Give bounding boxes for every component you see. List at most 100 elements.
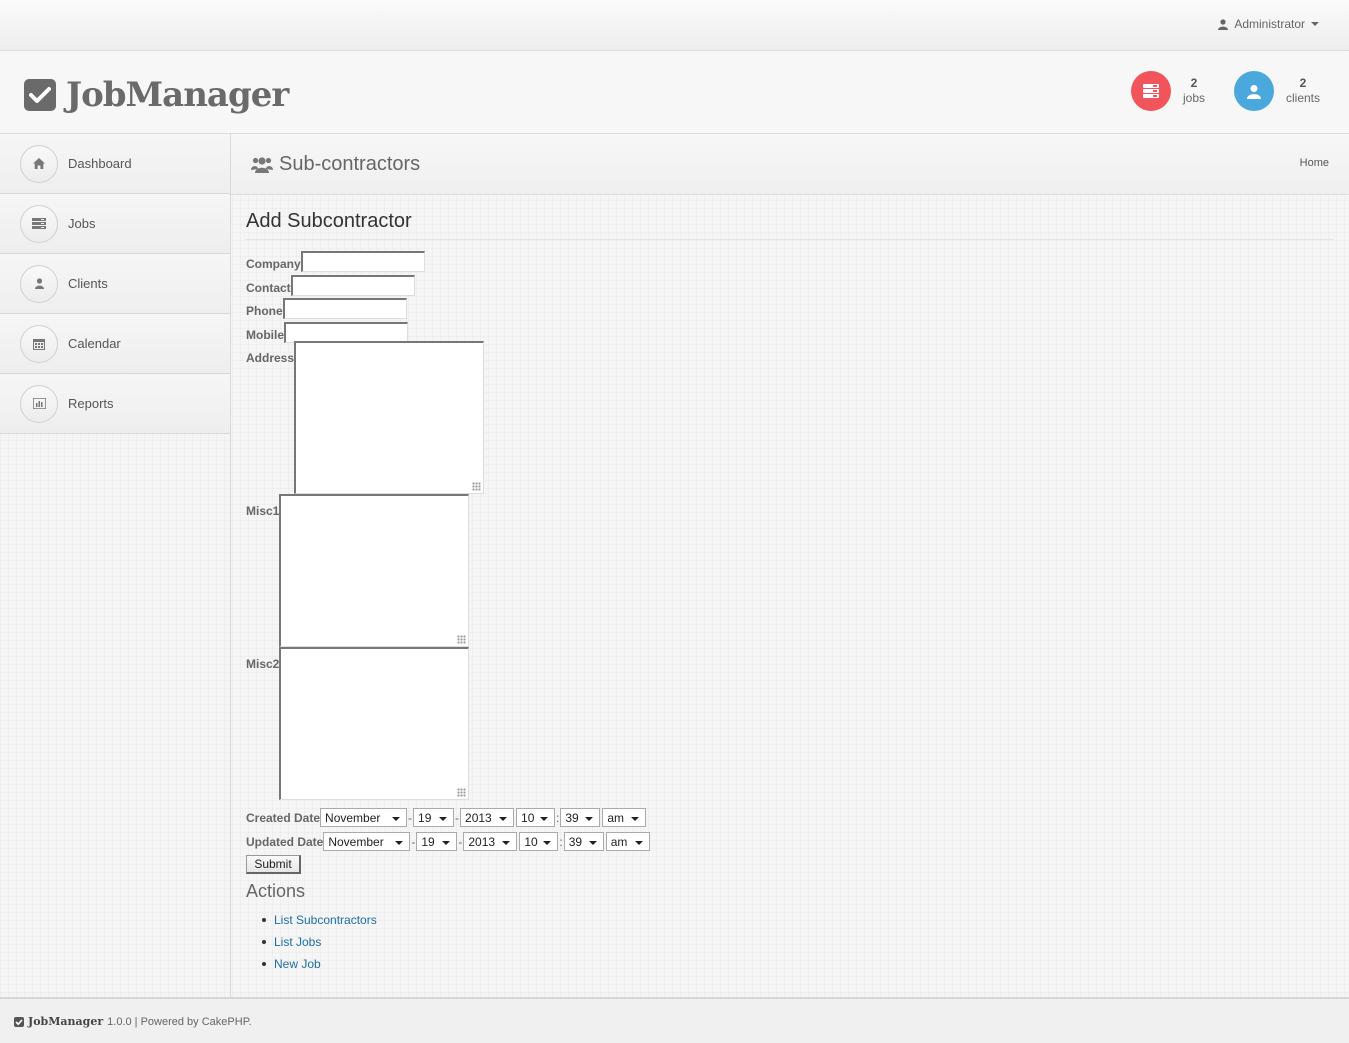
created-day-value: 19 — [418, 810, 432, 825]
updated-day-select[interactable]: 19 — [416, 832, 458, 851]
updated-minute-value: 39 — [568, 834, 583, 849]
logo-text: JobManager — [66, 75, 289, 115]
created-minute-value: 39 — [565, 810, 579, 825]
created-hour-select[interactable]: 10 — [516, 808, 556, 827]
misc1-textarea[interactable] — [279, 494, 470, 647]
page-title: Sub-contractors — [251, 153, 420, 176]
resize-grip-icon[interactable] — [472, 482, 482, 491]
resize-grip-icon[interactable] — [457, 788, 467, 797]
actions-list: List Subcontractors List Jobs New Job — [274, 909, 377, 975]
jobs-label: jobs — [1183, 91, 1206, 105]
sidebar-item-reports[interactable]: Reports — [0, 374, 230, 434]
chevron-down-icon — [442, 841, 451, 845]
misc2-row: Misc2 — [246, 647, 470, 800]
chevron-down-icon — [631, 817, 640, 821]
sidebar-item-calendar[interactable]: Calendar — [0, 314, 230, 374]
jobs-stat[interactable]: 2 jobs — [1131, 71, 1205, 111]
created-year-select[interactable]: 2013 — [460, 808, 515, 827]
mobile-input[interactable] — [284, 322, 408, 343]
mobile-label: Mobile — [246, 328, 284, 342]
chevron-down-icon — [1311, 22, 1319, 26]
user-menu[interactable]: Administrator — [1218, 17, 1319, 31]
user-name: Administrator — [1234, 17, 1305, 31]
chevron-down-icon — [588, 841, 597, 845]
resize-grip-icon[interactable] — [457, 635, 467, 644]
updated-hour-value: 10 — [524, 834, 538, 849]
content-header: Sub-contractors Home — [231, 134, 1349, 195]
phone-label: Phone — [246, 304, 283, 318]
sidebar-item-dashboard[interactable]: Dashboard — [0, 134, 230, 194]
list-jobs-link[interactable]: List Jobs — [274, 935, 321, 949]
list-item: List Jobs — [274, 931, 377, 953]
misc2-textarea[interactable] — [279, 647, 470, 800]
updated-meridian-select[interactable]: am — [605, 832, 650, 851]
created-month-select[interactable]: November — [320, 808, 408, 827]
jobs-icon — [20, 204, 58, 243]
clients-label: clients — [1286, 91, 1321, 105]
contact-row: Contact — [246, 275, 415, 296]
clients-stat[interactable]: 2 clients — [1234, 71, 1320, 111]
company-input[interactable] — [300, 251, 425, 272]
chevron-down-icon — [499, 817, 508, 821]
actions-heading: Actions — [246, 881, 306, 901]
created-meridian-select[interactable]: am — [602, 808, 647, 827]
sidebar-item-clients[interactable]: Clients — [0, 254, 230, 314]
address-textarea[interactable] — [294, 341, 485, 494]
clients-count: 2 — [1299, 76, 1307, 90]
jobs-count: 2 — [1190, 76, 1198, 90]
company-label: Company — [246, 257, 301, 271]
updated-meridian-value: am — [610, 834, 628, 849]
created-day-select[interactable]: 19 — [413, 808, 455, 827]
sidebar-item-label: Jobs — [68, 216, 96, 231]
user-icon — [1218, 18, 1229, 30]
list-item: List Subcontractors — [274, 909, 377, 931]
updated-month-value: November — [328, 834, 384, 849]
list-subcontractors-link[interactable]: List Subcontractors — [274, 913, 377, 927]
chevron-down-icon — [502, 841, 511, 845]
company-row: Company — [246, 251, 425, 272]
phone-input[interactable] — [282, 298, 407, 319]
sidebar-item-label: Clients — [68, 276, 108, 291]
checkbox-logo-icon — [14, 1016, 24, 1027]
updated-date-label: Updated Date — [246, 835, 324, 849]
sidebar: Dashboard Jobs Clients Calendar Reports — [0, 134, 231, 997]
breadcrumb-home[interactable]: Home — [1300, 157, 1329, 169]
top-bar: Administrator — [0, 0, 1349, 51]
sidebar-item-jobs[interactable]: Jobs — [0, 194, 230, 254]
clients-stat-icon — [1234, 71, 1274, 111]
updated-minute-select[interactable]: 39 — [563, 832, 604, 851]
phone-row: Phone — [246, 298, 407, 319]
updated-date-row: Updated Date November - 19 - 2013 10 : 3… — [246, 832, 650, 851]
sidebar-item-label: Dashboard — [68, 156, 132, 171]
chart-icon — [20, 384, 58, 423]
group-icon — [251, 156, 273, 173]
sidebar-item-label: Reports — [68, 396, 114, 411]
updated-month-select[interactable]: November — [323, 832, 411, 851]
footer-logo-text: JobManager — [28, 1015, 104, 1028]
header: JobManager 2 jobs 2 clients — [0, 51, 1349, 134]
chevron-down-icon — [543, 841, 552, 845]
created-date-label: Created Date — [246, 811, 321, 825]
chevron-down-icon — [585, 817, 594, 821]
updated-hour-select[interactable]: 10 — [519, 832, 559, 851]
form-title: Add Subcontractor — [246, 210, 1334, 240]
created-minute-select[interactable]: 39 — [560, 808, 601, 827]
updated-year-value: 2013 — [468, 834, 496, 849]
misc1-row: Misc1 — [246, 494, 470, 647]
created-meridian-value: am — [607, 810, 625, 825]
updated-year-select[interactable]: 2013 — [463, 832, 518, 851]
list-item: New Job — [274, 953, 377, 975]
jobs-stat-icon — [1131, 71, 1171, 111]
chevron-down-icon — [634, 841, 643, 845]
user-icon — [20, 264, 58, 303]
new-job-link[interactable]: New Job — [274, 957, 321, 971]
created-hour-value: 10 — [521, 810, 535, 825]
updated-day-value: 19 — [421, 834, 435, 849]
submit-button[interactable]: Submit — [246, 855, 301, 874]
address-row: Address — [246, 341, 485, 494]
logo[interactable]: JobManager — [24, 75, 289, 115]
chevron-down-icon — [439, 817, 448, 821]
page-title-text: Sub-contractors — [279, 153, 421, 175]
contact-input[interactable] — [290, 275, 415, 296]
chevron-down-icon — [392, 817, 401, 821]
